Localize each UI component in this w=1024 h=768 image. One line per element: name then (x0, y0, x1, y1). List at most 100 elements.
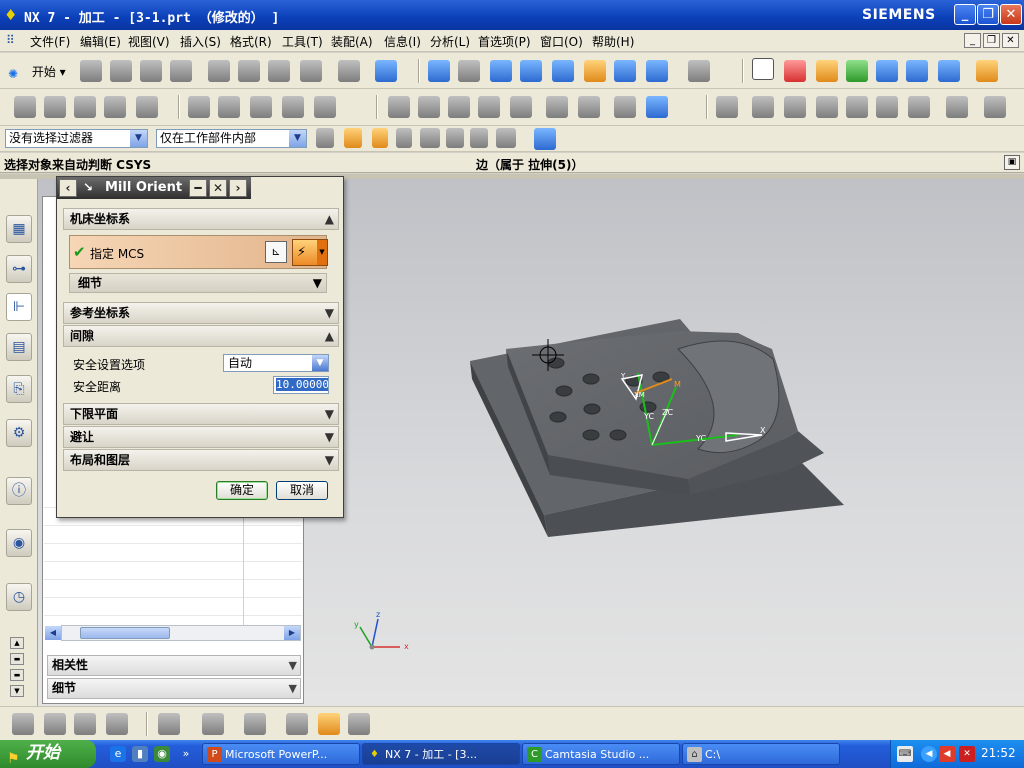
info-icon[interactable] (375, 60, 397, 82)
assembly-navigator-icon[interactable]: ▦ (6, 215, 32, 243)
layer-icon[interactable] (716, 96, 738, 118)
dialog-back-icon[interactable]: ‹ (59, 179, 77, 197)
shaded-view-icon[interactable] (646, 60, 668, 82)
blend-icon[interactable] (106, 713, 128, 735)
chevron-right-icon[interactable]: » (178, 746, 194, 762)
display-mode-icon[interactable] (688, 60, 710, 82)
zoom-in-icon[interactable] (520, 60, 542, 82)
navigator-dependencies-section[interactable]: 相关性 ▼ (47, 655, 301, 676)
menu-help[interactable]: 帮助(H) (592, 33, 634, 50)
menu-format[interactable]: 格式(R) (230, 33, 272, 50)
task-camtasia[interactable]: C Camtasia Studio ... (522, 743, 680, 765)
menu-view[interactable]: 视图(V) (128, 33, 170, 50)
csys-icon[interactable] (784, 60, 806, 82)
filter-edge-icon[interactable] (470, 128, 488, 148)
select-rect-icon[interactable] (496, 128, 516, 148)
ok-button[interactable]: 确定 (216, 481, 268, 500)
revolve-icon[interactable] (74, 713, 96, 735)
dialog-collapse-icon[interactable]: ━ (189, 179, 207, 197)
new-file-icon[interactable] (80, 60, 102, 82)
component-icon[interactable] (784, 96, 806, 118)
snap-end-icon[interactable] (372, 128, 388, 148)
select-all-icon[interactable] (316, 128, 334, 148)
feature-icon[interactable] (816, 60, 838, 82)
datum-point-icon[interactable] (202, 713, 224, 735)
restore-button[interactable]: ❐ (977, 4, 999, 25)
pan-icon[interactable] (584, 60, 606, 82)
save-icon[interactable] (140, 60, 162, 82)
palette-icon[interactable]: ◉ (6, 529, 32, 557)
copy-icon[interactable] (238, 60, 260, 82)
type-filter-select[interactable]: 没有选择过滤器 ▼ (5, 129, 148, 148)
menu-tools[interactable]: 工具(T) (282, 33, 323, 50)
shop-report-icon[interactable] (646, 96, 668, 118)
auto-csys-icon[interactable]: ⚡ ▼ (292, 239, 328, 266)
list-path-icon[interactable] (250, 96, 272, 118)
security-icon[interactable]: ✕ (959, 746, 975, 762)
close-button[interactable]: ✕ (1000, 4, 1022, 25)
drawing-icon[interactable] (348, 713, 370, 735)
reuse-library-icon[interactable]: ⚙ (6, 419, 32, 447)
safety-distance-input[interactable]: 10.00000 (273, 376, 329, 394)
keyboard-icon[interactable]: ⌨ (897, 746, 913, 762)
assembly-icon[interactable] (752, 96, 774, 118)
snap-point-icon[interactable] (344, 128, 362, 148)
mdi-restore-button[interactable]: ❐ (983, 33, 1000, 48)
dialog-pin-icon[interactable]: ↘ (83, 180, 93, 194)
navigator-details-section[interactable]: 细节 ▼ (47, 678, 301, 699)
dialog-close-icon[interactable]: ✕ (209, 179, 227, 197)
layout-icon[interactable] (286, 713, 308, 735)
wcs-icon[interactable] (752, 58, 774, 80)
group-ref-csys[interactable]: 参考坐标系 ▼ (63, 302, 339, 324)
dialog-forward-icon[interactable]: › (229, 179, 247, 197)
mdi-minimize-button[interactable]: _ (964, 33, 981, 48)
zoom-window-icon[interactable] (458, 60, 480, 82)
shop-doc-icon[interactable] (976, 60, 998, 82)
object-icon[interactable] (448, 96, 470, 118)
task-powerpoint[interactable]: P Microsoft PowerP... (202, 743, 360, 765)
print-icon[interactable] (170, 60, 192, 82)
dialog-title-bar[interactable]: ‹ ↘ Mill Orient ━ ✕ › (57, 177, 251, 199)
snap-mid-icon[interactable] (396, 128, 412, 148)
show-icon[interactable] (946, 96, 968, 118)
windows-start-button[interactable]: ⚑ 开始 (0, 740, 96, 768)
menu-window[interactable]: 窗口(O) (540, 33, 583, 50)
history-clock-icon[interactable]: ◷ (6, 583, 32, 611)
history-icon[interactable]: ⎘ (6, 375, 32, 403)
scroll-thumb[interactable] (80, 627, 170, 639)
task-nx[interactable]: ♦ NX 7 - 加工 - [3... (362, 743, 520, 765)
scroll-right-icon[interactable]: ▶ (284, 626, 300, 640)
ie-icon[interactable]: e (110, 746, 126, 762)
task-explorer[interactable]: ⌂ C:\ (682, 743, 840, 765)
menu-assembly[interactable]: 装配(A) (331, 33, 373, 50)
cut-icon[interactable] (208, 60, 230, 82)
view-cube-icon[interactable] (534, 128, 556, 150)
create-program-icon[interactable] (136, 96, 158, 118)
details-subgroup[interactable]: 细节 ▼ (69, 273, 327, 293)
cue-line-toggle-icon[interactable]: ▣ (1004, 155, 1020, 170)
measure-icon[interactable] (578, 96, 600, 118)
point-icon[interactable] (846, 96, 868, 118)
group-lower-plane[interactable]: 下限平面 ▼ (63, 403, 339, 425)
generate-icon[interactable] (188, 96, 210, 118)
move-icon[interactable] (876, 96, 898, 118)
specify-mcs-row[interactable]: ✔ 指定 MCS ⊾ ⚡ ▼ (69, 235, 328, 269)
replay-icon[interactable] (218, 96, 240, 118)
menu-insert[interactable]: 插入(S) (180, 33, 221, 50)
group-clearance[interactable]: 间隙 ▲ (63, 325, 339, 347)
resource-scroll-up[interactable]: ▲ (10, 637, 24, 649)
media-icon[interactable]: ▮ (132, 746, 148, 762)
simulate-icon[interactable] (906, 60, 928, 82)
safety-option-select[interactable]: 自动 ▼ (223, 354, 329, 372)
start-menu-button[interactable]: ✺ 开始 ▾ (8, 61, 66, 83)
delete-icon[interactable] (300, 60, 322, 82)
web-browser-icon[interactable]: ⓘ (6, 477, 32, 505)
method-view-icon[interactable] (104, 96, 126, 118)
report-icon[interactable] (614, 96, 636, 118)
hide-icon[interactable] (908, 96, 930, 118)
zoom-icon[interactable] (490, 60, 512, 82)
scroll-left-icon[interactable]: ◀ (45, 626, 61, 640)
recorder-icon[interactable]: ◀ (939, 746, 955, 762)
tray-back-icon[interactable]: ◀ (921, 746, 937, 762)
curve-icon[interactable] (244, 713, 266, 735)
